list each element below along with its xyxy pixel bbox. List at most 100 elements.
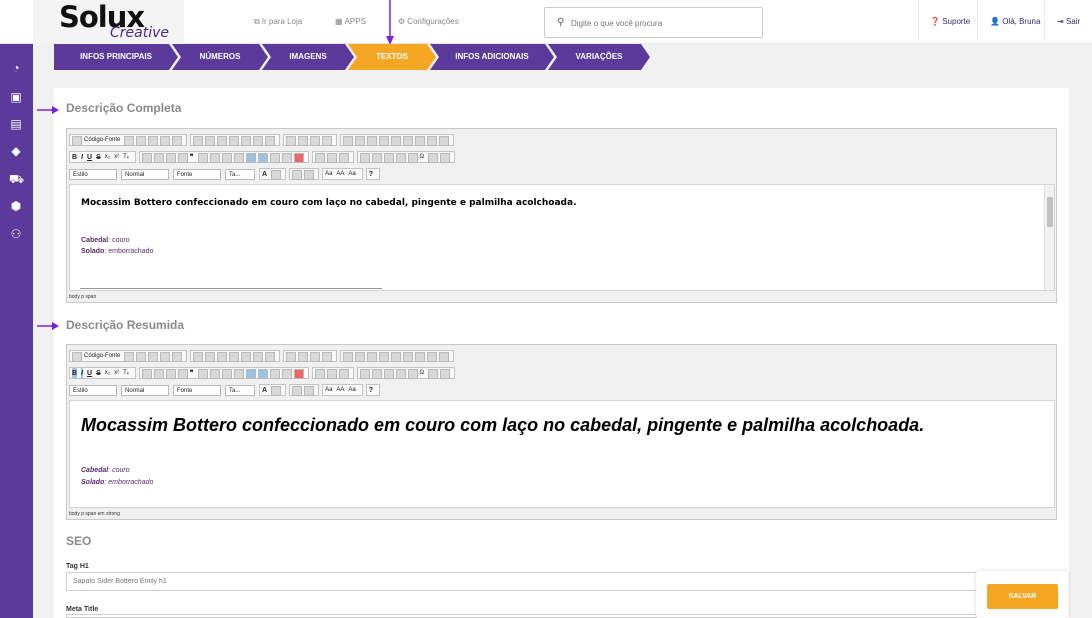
templates-icon[interactable] [172, 135, 183, 146]
search-input[interactable] [571, 16, 756, 30]
bag-icon[interactable]: ▣ [9, 90, 23, 104]
hidden-field-icon[interactable] [439, 351, 450, 362]
paste-word-icon[interactable] [241, 351, 252, 362]
italic-icon[interactable]: I [81, 152, 83, 163]
remove-format-icon[interactable]: Tₓ [123, 152, 129, 163]
help-icon[interactable]: ? [369, 385, 373, 396]
link-icon[interactable] [314, 152, 325, 163]
subscript-icon[interactable]: x₂ [105, 152, 110, 163]
case-icon[interactable]: Aa [325, 169, 332, 180]
ltr-icon[interactable] [257, 152, 268, 163]
meta-title-input[interactable] [66, 614, 1066, 618]
logout-link[interactable]: ⇥ Sair [1057, 17, 1080, 26]
select-all-icon[interactable] [310, 135, 321, 146]
uppercase-icon[interactable]: AA [336, 169, 344, 180]
button-icon[interactable] [415, 351, 426, 362]
table-icon[interactable] [383, 152, 394, 163]
superscript-icon[interactable]: x² [114, 368, 119, 379]
paste-icon[interactable] [217, 351, 228, 362]
apps-link[interactable]: ▦ APPS [335, 17, 366, 26]
align-left-icon[interactable] [209, 368, 220, 379]
language-icon[interactable] [281, 368, 292, 379]
go-to-store-link[interactable]: ⧉ Ir para Loja [254, 17, 302, 27]
editor-scrollbar[interactable] [1044, 185, 1054, 290]
undo-icon[interactable] [253, 135, 264, 146]
outdent-icon[interactable] [165, 152, 176, 163]
align-left-icon[interactable] [209, 152, 220, 163]
step-textos[interactable]: TEXTOS [348, 44, 436, 70]
underline-icon[interactable]: U [87, 368, 92, 379]
new-page-icon[interactable] [136, 351, 147, 362]
strike-icon[interactable]: S [96, 368, 101, 379]
iframe-icon[interactable] [440, 152, 451, 163]
format-select[interactable]: Normal [121, 169, 169, 181]
flash-icon[interactable] [371, 368, 382, 379]
step-infos-adicionais[interactable]: INFOS ADICIONAIS [430, 44, 554, 70]
italic-icon[interactable]: I [81, 368, 84, 380]
image-button-icon[interactable] [427, 135, 438, 146]
outdent-icon[interactable] [165, 368, 176, 379]
maximize-icon[interactable] [292, 169, 303, 180]
users-icon[interactable]: ⚇ [9, 227, 23, 241]
hr-icon[interactable] [395, 368, 406, 379]
support-link[interactable]: ❓ Suporte [930, 17, 970, 26]
step-variacoes[interactable]: VARIAÇÕES [548, 44, 650, 70]
unlink-icon[interactable] [326, 152, 337, 163]
cut-icon[interactable] [193, 135, 204, 146]
pagebreak-icon[interactable] [428, 152, 439, 163]
numbered-list-icon[interactable] [141, 152, 152, 163]
align-right-icon[interactable] [233, 152, 244, 163]
checkbox-icon[interactable] [355, 135, 366, 146]
select-icon[interactable] [403, 135, 414, 146]
show-blocks-icon[interactable] [304, 385, 315, 396]
new-page-icon[interactable] [136, 135, 147, 146]
settings-link[interactable]: ⚙ Configurações [398, 17, 459, 26]
lowercase-icon[interactable]: Aa [348, 169, 355, 180]
redo-icon[interactable] [265, 135, 276, 146]
tag-icon[interactable]: ◆ [9, 144, 23, 158]
scroll-thumb[interactable] [1047, 197, 1053, 227]
youtube-icon[interactable] [293, 152, 304, 163]
bulleted-list-icon[interactable] [153, 152, 164, 163]
bulleted-list-icon[interactable] [153, 368, 164, 379]
blockquote-icon[interactable]: ❞ [190, 152, 194, 163]
text-color-icon[interactable]: A [262, 169, 267, 180]
print-icon[interactable] [160, 135, 171, 146]
paste-text-icon[interactable] [229, 351, 240, 362]
templates-icon[interactable] [172, 351, 183, 362]
unlink-icon[interactable] [326, 368, 337, 379]
bg-color-icon[interactable] [271, 169, 282, 180]
justify-icon[interactable] [245, 368, 256, 379]
special-char-icon[interactable]: Ω [420, 368, 425, 379]
table-icon[interactable] [383, 368, 394, 379]
align-right-icon[interactable] [233, 368, 244, 379]
h1-input[interactable] [66, 572, 1066, 591]
anchor-icon[interactable] [338, 368, 349, 379]
hr-icon[interactable] [395, 152, 406, 163]
smiley-icon[interactable] [407, 368, 418, 379]
textarea-icon[interactable] [391, 351, 402, 362]
cart-icon[interactable]: ⛟ [9, 172, 24, 186]
paste-icon[interactable] [217, 135, 228, 146]
font-select[interactable]: Fonte [173, 385, 221, 397]
special-char-icon[interactable]: Ω [420, 152, 425, 163]
form-icon[interactable] [343, 135, 354, 146]
search-box[interactable]: ⚲ [544, 7, 763, 38]
textfield-icon[interactable] [379, 135, 390, 146]
show-blocks-icon[interactable] [304, 169, 315, 180]
source-icon[interactable] [72, 351, 82, 362]
iframe-icon[interactable] [440, 368, 451, 379]
replace-icon[interactable] [298, 351, 309, 362]
paste-word-icon[interactable] [241, 135, 252, 146]
print-icon[interactable] [160, 351, 171, 362]
smiley-icon[interactable] [407, 152, 418, 163]
rtl-icon[interactable] [269, 368, 280, 379]
subscript-icon[interactable]: x₂ [105, 368, 110, 379]
preview-icon[interactable] [148, 135, 159, 146]
textfield-icon[interactable] [379, 351, 390, 362]
source-button[interactable]: Código-Fonte [84, 135, 120, 146]
help-icon[interactable]: ? [369, 169, 373, 180]
full-description-content[interactable]: Mocassim Bottero confeccionado em couro … [69, 184, 1055, 291]
select-icon[interactable] [403, 351, 414, 362]
step-infos-principais[interactable]: INFOS PRINCIPAIS [54, 44, 178, 70]
